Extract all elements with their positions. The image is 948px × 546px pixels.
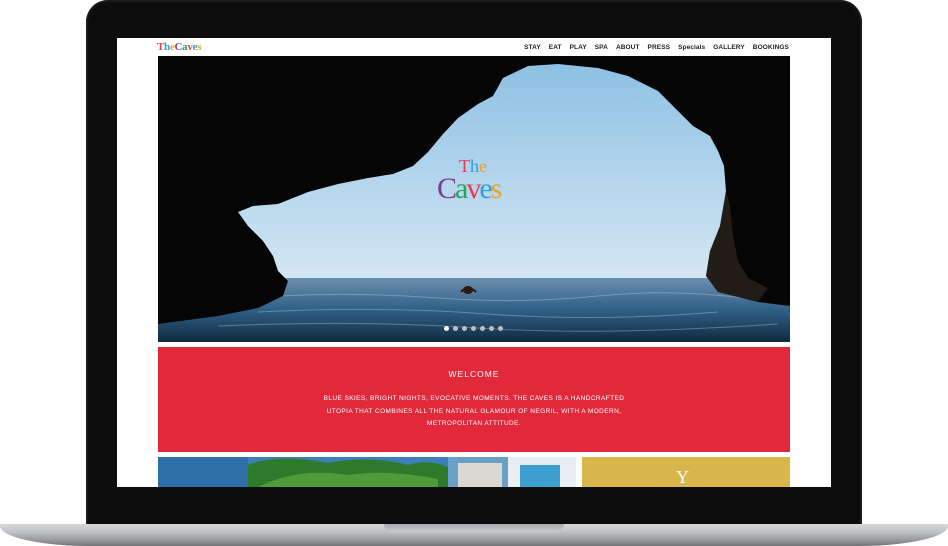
slider-dot[interactable] bbox=[444, 326, 449, 331]
nav-link-press[interactable]: PRESS bbox=[648, 44, 671, 51]
slider-dot[interactable] bbox=[498, 326, 503, 331]
nav-link-spa[interactable]: SPA bbox=[595, 44, 608, 51]
hero-slider: The Caves bbox=[158, 56, 790, 342]
welcome-heading: WELCOME bbox=[448, 369, 500, 379]
welcome-text: BLUE SKIES, BRIGHT NIGHTS, EVOCATIVE MOM… bbox=[323, 395, 625, 427]
nav-link-play[interactable]: PLAY bbox=[570, 44, 587, 51]
hero-logo-letter: e bbox=[479, 172, 492, 205]
photo-tile-image bbox=[158, 457, 576, 487]
logo-letter: T bbox=[157, 41, 165, 53]
site-logo[interactable]: TheCaves bbox=[157, 41, 201, 53]
slider-dot[interactable] bbox=[489, 326, 494, 331]
logo-letter: s bbox=[197, 41, 202, 53]
nav-link-stay[interactable]: STAY bbox=[524, 44, 541, 51]
photo-tile[interactable] bbox=[158, 457, 576, 487]
laptop-notch bbox=[384, 524, 564, 532]
welcome-section: WELCOME BLUE SKIES, BRIGHT NIGHTS, EVOCA… bbox=[158, 347, 790, 452]
hero-logo-letter: v bbox=[466, 172, 481, 205]
nav-link-about[interactable]: ABOUT bbox=[616, 44, 640, 51]
laptop-base bbox=[0, 524, 948, 546]
nav-link-specials[interactable]: Specials bbox=[678, 44, 705, 51]
slider-dot[interactable] bbox=[453, 326, 458, 331]
hero-logo: The Caves bbox=[433, 156, 523, 206]
promo-tile[interactable]: Υ bbox=[582, 457, 790, 487]
slider-dot[interactable] bbox=[471, 326, 476, 331]
nav-link-gallery[interactable]: GALLERY bbox=[713, 44, 745, 51]
leaf-icon: Υ bbox=[676, 467, 689, 487]
nav-link-bookings[interactable]: BOOKINGS bbox=[753, 44, 789, 51]
slider-dots bbox=[444, 326, 503, 331]
nav-link-eat[interactable]: EAT bbox=[549, 44, 562, 51]
main-nav: STAY EAT PLAY SPA ABOUT PRESS Specials GALLERY B… bbox=[524, 44, 789, 51]
logo-letter: C bbox=[174, 41, 183, 53]
hero-logo-letter: a bbox=[455, 172, 468, 205]
hero-logo-letter: C bbox=[437, 172, 457, 205]
hero-logo-caves: Caves bbox=[437, 172, 503, 206]
site-header: TheCaves STAY EAT PLAY SPA ABOUT PRESS Special… bbox=[117, 38, 831, 56]
browser-screen: TheCaves STAY EAT PLAY SPA ABOUT PRESS Special… bbox=[117, 38, 831, 487]
hero-logo-letter: s bbox=[490, 172, 503, 205]
slider-dot[interactable] bbox=[462, 326, 467, 331]
slider-dot[interactable] bbox=[480, 326, 485, 331]
